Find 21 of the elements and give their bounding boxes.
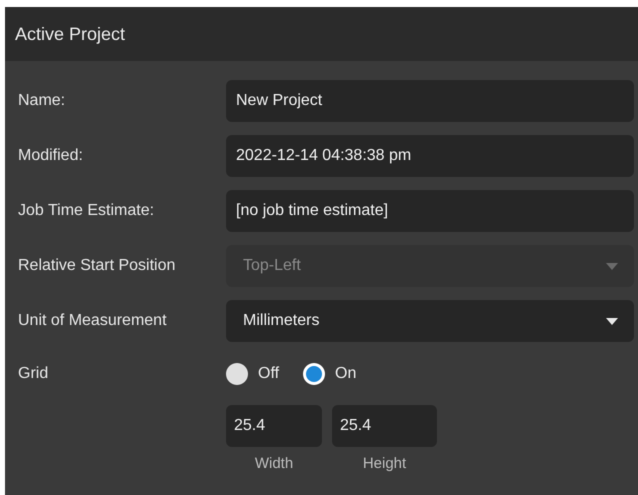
size-field[interactable]: 25.4: [226, 405, 322, 447]
radio-button[interactable]: [226, 363, 248, 385]
text-field[interactable]: New Project: [226, 80, 634, 122]
dropdown-field[interactable]: Millimeters: [226, 300, 634, 342]
size-field[interactable]: 25.4: [332, 405, 437, 447]
field-label: Job Time Estimate:: [17, 201, 156, 221]
field-label: Modified:: [17, 146, 84, 166]
radio-button[interactable]: [303, 363, 326, 385]
dropdown-caret-icon: [606, 318, 618, 324]
dropdown-caret-icon: [606, 262, 618, 270]
size-caption: Width: [254, 454, 294, 474]
panel-title: Active Project: [15, 22, 126, 46]
radio-label: Off: [258, 364, 280, 384]
field-label: Unit of Measurement: [17, 311, 168, 331]
field-label: Relative Start Position: [17, 256, 176, 276]
size-caption: Height: [362, 454, 406, 474]
text-field[interactable]: 2022-12-14 04:38:38 pm: [226, 135, 634, 177]
text-field[interactable]: [no job time estimate]: [226, 190, 634, 232]
field-label: Grid: [17, 364, 50, 384]
field-label: Name:: [17, 91, 66, 111]
radio-label: On: [335, 364, 356, 384]
